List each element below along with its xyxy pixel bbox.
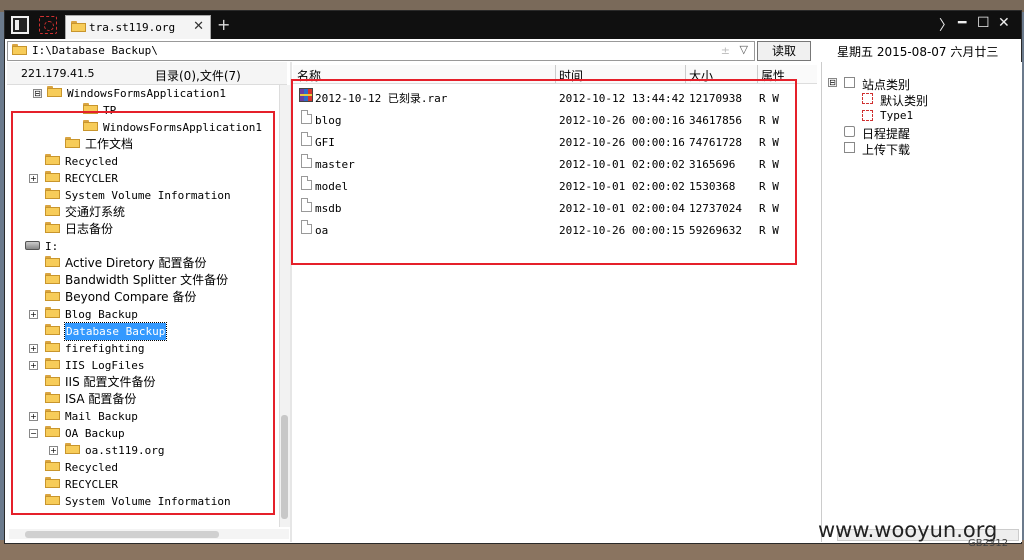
folder-icon xyxy=(12,44,27,55)
maximize-button[interactable]: ☐ xyxy=(977,15,990,31)
tab-site[interactable]: tra.st119.org ✕ xyxy=(65,15,211,39)
minimize-button[interactable]: ━ xyxy=(958,15,966,31)
highlight-box-tree xyxy=(11,111,275,515)
address-path[interactable]: I:\Database Backup\ xyxy=(32,44,158,57)
category-icon xyxy=(862,93,873,104)
dropdown-arrow-icon[interactable]: ▽ xyxy=(740,43,748,56)
transfer-label: 上传下载 xyxy=(862,143,911,157)
date-display: 星期五 2015-08-07 六月廿三 xyxy=(837,45,999,59)
file-manager-window: tra.st119.org ✕ + 〉 ━ ☐ ✕ I:\Database Ba… xyxy=(4,10,1022,544)
default-category-label: 默认类别 xyxy=(880,94,929,108)
right-panel: ⊟ 站点类别 默认类别 Type1 日程提醒 上传下载 xyxy=(821,62,1022,542)
address-bar[interactable]: I:\Database Backup\ ± ▽ xyxy=(7,41,755,61)
clock-icon xyxy=(844,126,855,137)
category-icon xyxy=(844,77,855,88)
record-icon[interactable] xyxy=(39,16,57,34)
tree-scroll-thumb[interactable] xyxy=(281,415,288,519)
collapse-icon[interactable]: ⊟ xyxy=(33,89,42,98)
category-icon xyxy=(862,110,873,121)
folder-icon xyxy=(71,21,86,32)
close-button[interactable]: ✕ xyxy=(998,15,1010,31)
highlight-box-files xyxy=(291,79,797,265)
read-button[interactable]: 读取 xyxy=(757,41,811,61)
new-tab-button[interactable]: + xyxy=(217,15,230,34)
forward-arrow-icon[interactable]: 〉 xyxy=(939,15,953,35)
title-bar: tra.st119.org ✕ + 〉 ━ ☐ ✕ xyxy=(5,11,1021,39)
server-ip: 221.179.41.5 xyxy=(21,67,95,80)
tab-close-icon[interactable]: ✕ xyxy=(193,19,204,34)
schedule-label: 日程提醒 xyxy=(862,127,911,141)
encoding-tag: GB2312 xyxy=(968,538,1009,549)
app-menu-icon[interactable] xyxy=(11,16,29,34)
up-arrow-icon[interactable]: ± xyxy=(721,44,730,57)
transfer-icon xyxy=(844,142,855,153)
tab-title: tra.st119.org xyxy=(89,21,176,34)
tree-item-label: WindowsFormsApplication1 xyxy=(67,87,226,100)
tree-hscroll-thumb[interactable] xyxy=(25,531,219,538)
left-header: 221.179.41.5 目录(0),文件(7) xyxy=(7,62,287,85)
site-categories-label: 站点类别 xyxy=(862,78,911,92)
tree-item[interactable]: ⊟ WindowsFormsApplication1 xyxy=(33,85,226,102)
collapse-icon[interactable]: ⊟ xyxy=(828,78,837,87)
type1-label: Type1 xyxy=(880,109,914,122)
folder-icon xyxy=(47,86,62,97)
directory-count: 目录(0),文件(7) xyxy=(155,69,241,83)
